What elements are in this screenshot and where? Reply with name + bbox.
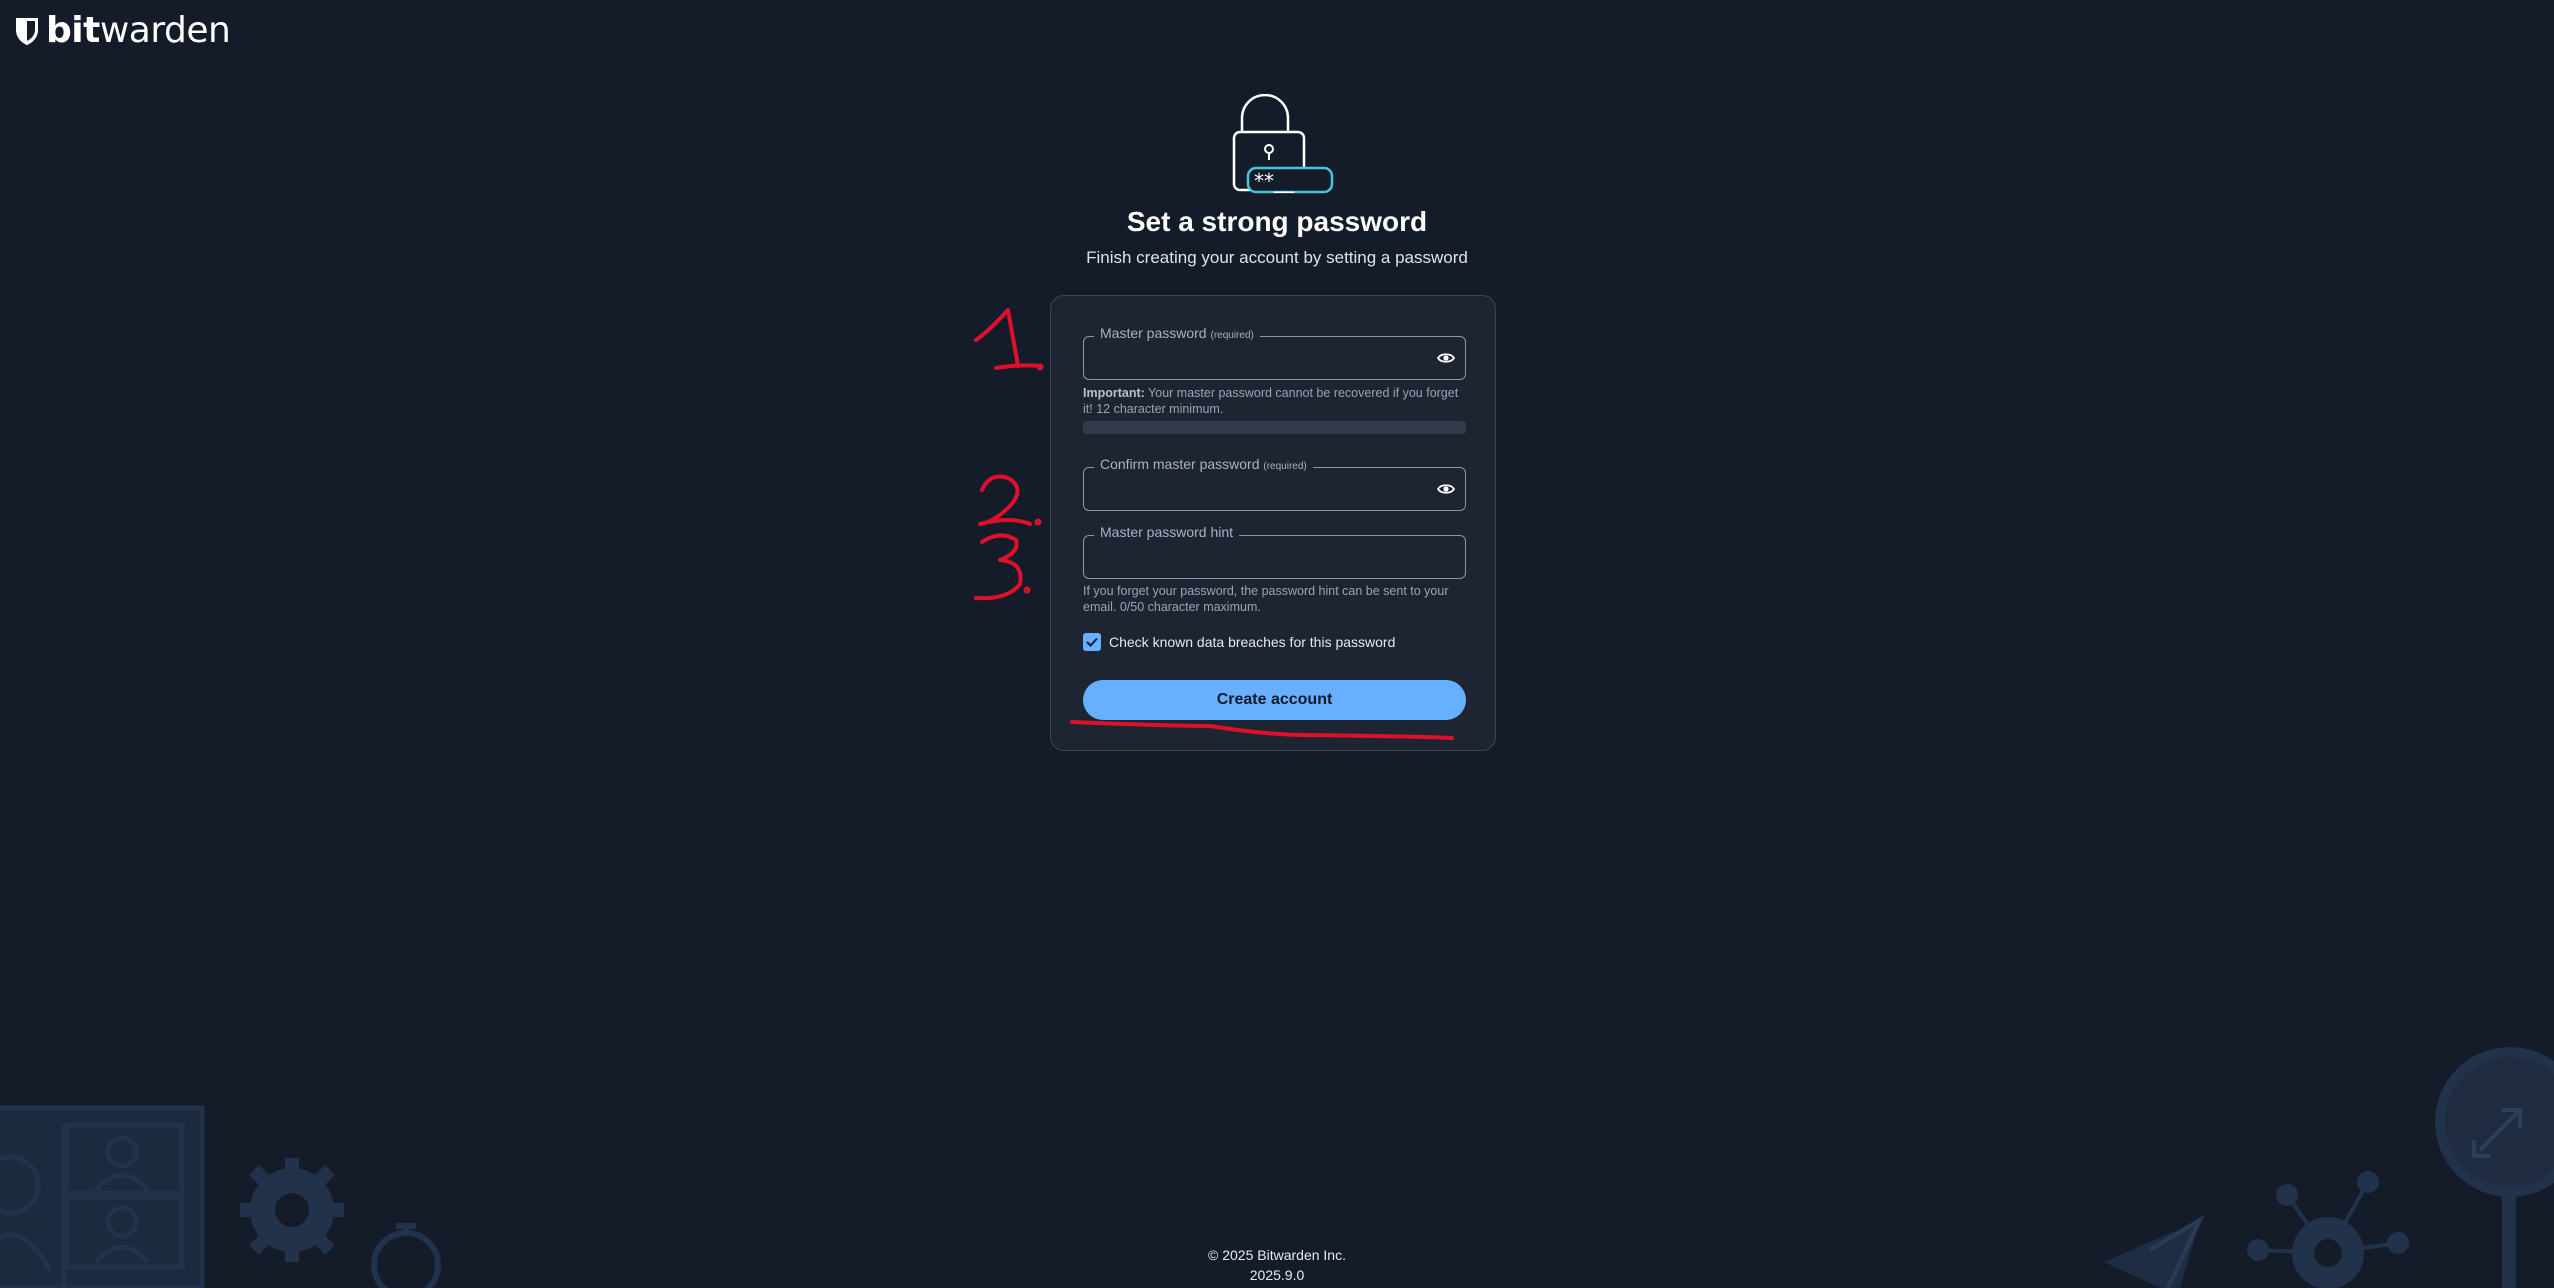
footer-copyright: © 2025 Bitwarden Inc. bbox=[1208, 1247, 1346, 1263]
bitwarden-logo[interactable]: bitwarden bbox=[14, 10, 231, 51]
page-subtitle: Finish creating your account by setting … bbox=[1086, 248, 1468, 267]
brand-wordmark: bitwarden bbox=[46, 10, 231, 51]
master-password-help: Important: Your master password cannot b… bbox=[1083, 386, 1459, 416]
master-password-label: Master password (required) bbox=[1094, 325, 1260, 341]
svg-text:**__: **__ bbox=[1254, 169, 1295, 193]
breach-check-checkbox[interactable] bbox=[1083, 633, 1101, 651]
shield-icon bbox=[16, 17, 38, 45]
page-title: Set a strong password bbox=[1126, 206, 1428, 237]
create-account-button[interactable]: Create account bbox=[1083, 680, 1466, 720]
set-password-card: Master password (required) Important: Yo… bbox=[1050, 295, 1496, 751]
password-hint-help: If you forget your password, the passwor… bbox=[1083, 584, 1449, 614]
password-strength-meter bbox=[1083, 421, 1466, 434]
breach-check-row[interactable]: Check known data breaches for this passw… bbox=[1083, 633, 1395, 651]
master-password-field[interactable]: Master password (required) bbox=[1083, 325, 1466, 380]
checkmark-icon bbox=[1086, 637, 1098, 647]
password-hint-field[interactable]: Master password hint bbox=[1083, 524, 1466, 579]
confirm-password-label: Confirm master password (required) bbox=[1094, 456, 1313, 472]
eye-icon[interactable] bbox=[1437, 351, 1455, 365]
eye-icon[interactable] bbox=[1437, 482, 1455, 496]
password-hint-label: Master password hint bbox=[1094, 524, 1240, 540]
breach-check-label: Check known data breaches for this passw… bbox=[1109, 634, 1396, 650]
confirm-password-field[interactable]: Confirm master password (required) bbox=[1083, 456, 1466, 511]
footer-version: 2025.9.0 bbox=[1249, 1267, 1305, 1283]
lock-password-icon: **__ bbox=[1232, 94, 1334, 194]
